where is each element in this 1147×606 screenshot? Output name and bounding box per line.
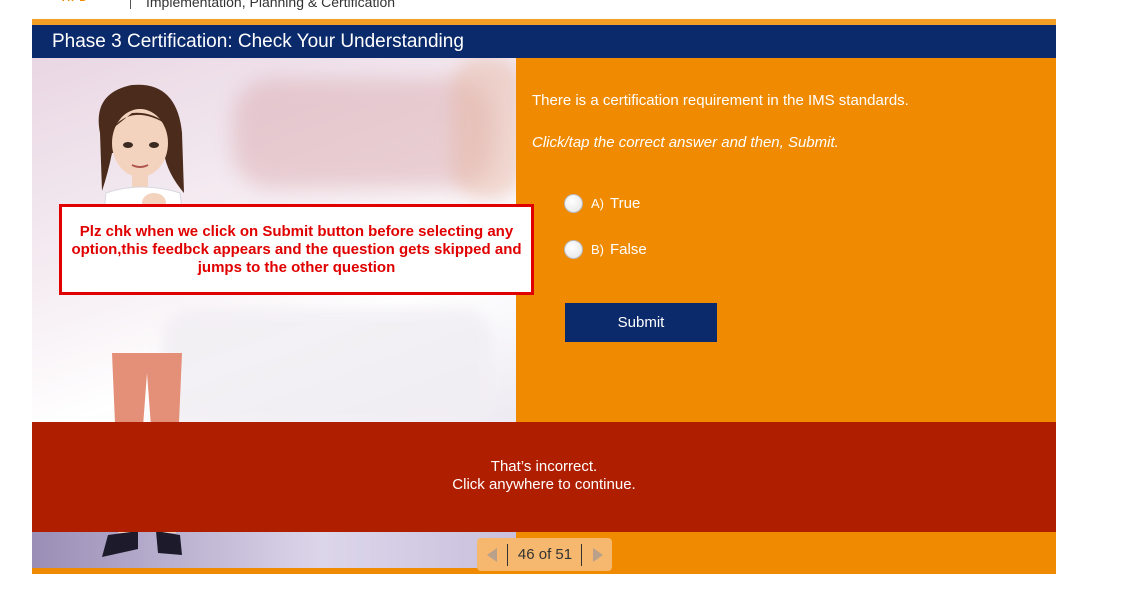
triangle-right-icon	[593, 548, 603, 562]
radio-button[interactable]	[564, 239, 583, 259]
logo-divider	[130, 0, 131, 9]
option-a[interactable]: A) True	[564, 191, 640, 215]
annotation-text: Plz chk when we click on Submit button b…	[71, 222, 522, 276]
slide-navigation: 46 of 51	[477, 538, 612, 571]
option-b[interactable]: B) False	[564, 237, 647, 261]
feedback-banner[interactable]: That’s incorrect. Click anywhere to cont…	[32, 422, 1056, 532]
next-slide-button[interactable]	[587, 546, 607, 564]
option-label: False	[610, 240, 647, 258]
nav-divider	[507, 544, 508, 566]
option-letter: A)	[591, 195, 604, 211]
feedback-instruction: Click anywhere to continue.	[452, 476, 636, 493]
prev-slide-button[interactable]	[483, 546, 503, 564]
program-title: Implementation, Planning & Certification	[146, 0, 396, 10]
company-logo: APD	[62, 0, 108, 10]
question-panel: There is a certification requirement in …	[516, 58, 1056, 422]
review-annotation: Plz chk when we click on Submit button b…	[59, 204, 534, 295]
option-label: True	[610, 194, 641, 212]
page-indicator: 46 of 51	[517, 546, 573, 563]
instruction-text: Click/tap the correct answer and then, S…	[532, 134, 839, 151]
slide-header: Phase 3 Certification: Check Your Unders…	[32, 25, 1056, 58]
feedback-result: That’s incorrect.	[490, 458, 598, 475]
option-letter: B)	[591, 241, 604, 257]
submit-button[interactable]: Submit	[565, 303, 717, 342]
radio-button[interactable]	[564, 193, 583, 213]
nav-divider	[581, 544, 582, 566]
slide-frame: Phase 3 Certification: Check Your Unders…	[32, 19, 1056, 574]
question-text: There is a certification requirement in …	[532, 92, 909, 109]
background-blur	[452, 58, 516, 198]
slide-title: Phase 3 Certification: Check Your Unders…	[52, 31, 464, 52]
triangle-left-icon	[487, 548, 497, 562]
